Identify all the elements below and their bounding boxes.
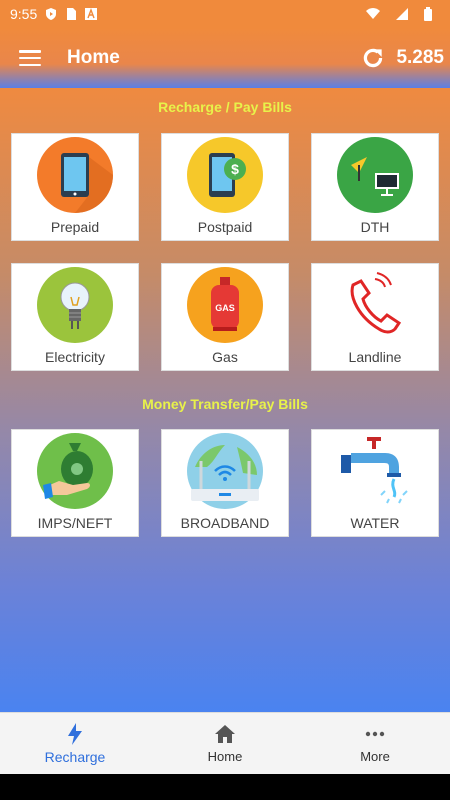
nav-home[interactable]: Home: [150, 713, 300, 774]
prepaid-phone-icon: [37, 137, 113, 213]
tile-dth[interactable]: DTH: [311, 133, 439, 241]
tile-label: Landline: [348, 349, 402, 365]
tile-label: DTH: [360, 219, 390, 235]
tile-label: WATER: [350, 515, 400, 531]
section-title-recharge: Recharge / Pay Bills: [158, 99, 292, 115]
status-time: 9:55: [10, 6, 38, 22]
font-a-icon: [85, 8, 98, 20]
wallet-balance: 5.285: [396, 47, 444, 68]
lightbulb-icon: [37, 267, 113, 343]
nav-label: More: [360, 749, 390, 764]
hamburger-menu-icon[interactable]: [19, 50, 41, 66]
tile-postpaid[interactable]: $ Postpaid: [161, 133, 289, 241]
tile-broadband[interactable]: BROADBAND: [161, 429, 289, 537]
wifi-icon: [366, 8, 380, 19]
battery-icon: [424, 7, 432, 21]
tile-imps-neft[interactable]: IMPS/NEFT: [11, 429, 139, 537]
postpaid-phone-dollar-icon: $: [187, 137, 263, 213]
tile-label: BROADBAND: [180, 515, 270, 531]
money-bag-hand-icon: [37, 433, 113, 509]
main-content: Recharge / Pay Bills Prepaid $ Postpaid: [0, 88, 450, 712]
home-icon: [215, 725, 235, 743]
status-bar: 9:55: [0, 0, 450, 28]
lightning-icon: [68, 722, 82, 745]
system-navigation-bar: [0, 774, 450, 800]
dth-satellite-tv-icon: [337, 137, 413, 213]
tile-electricity[interactable]: Electricity: [11, 263, 139, 371]
page-title: Home: [67, 47, 120, 68]
tile-landline[interactable]: Landline: [311, 263, 439, 371]
landline-phone-icon: [350, 272, 402, 334]
svg-text:GAS: GAS: [215, 303, 235, 313]
signal-icon: [396, 8, 408, 20]
tile-label: Gas: [212, 349, 238, 365]
nav-more[interactable]: More: [300, 713, 450, 774]
wifi-router-icon: [187, 433, 263, 509]
tile-label: Postpaid: [197, 219, 253, 235]
tile-label: IMPS/NEFT: [37, 515, 113, 531]
gas-cylinder-icon: GAS: [187, 267, 263, 343]
tile-label: Electricity: [45, 349, 105, 365]
refresh-icon[interactable]: [360, 45, 386, 71]
svg-text:$: $: [231, 161, 239, 177]
tile-gas[interactable]: GAS Gas: [161, 263, 289, 371]
nav-label: Home: [207, 749, 243, 764]
app-bar: Home 5.285: [0, 28, 450, 88]
sim-card-icon: [67, 8, 77, 20]
shield-play-icon: [46, 8, 57, 20]
more-dots-icon: [365, 731, 385, 737]
nav-recharge[interactable]: Recharge: [0, 713, 150, 774]
water-tap-icon: [341, 437, 408, 504]
nav-label: Recharge: [44, 748, 106, 765]
tile-water[interactable]: WATER: [311, 429, 439, 537]
tile-label: Prepaid: [50, 219, 100, 235]
bottom-navigation: Recharge Home More: [0, 712, 450, 774]
tile-prepaid[interactable]: Prepaid: [11, 133, 139, 241]
section-title-money-transfer: Money Transfer/Pay Bills: [142, 396, 308, 412]
